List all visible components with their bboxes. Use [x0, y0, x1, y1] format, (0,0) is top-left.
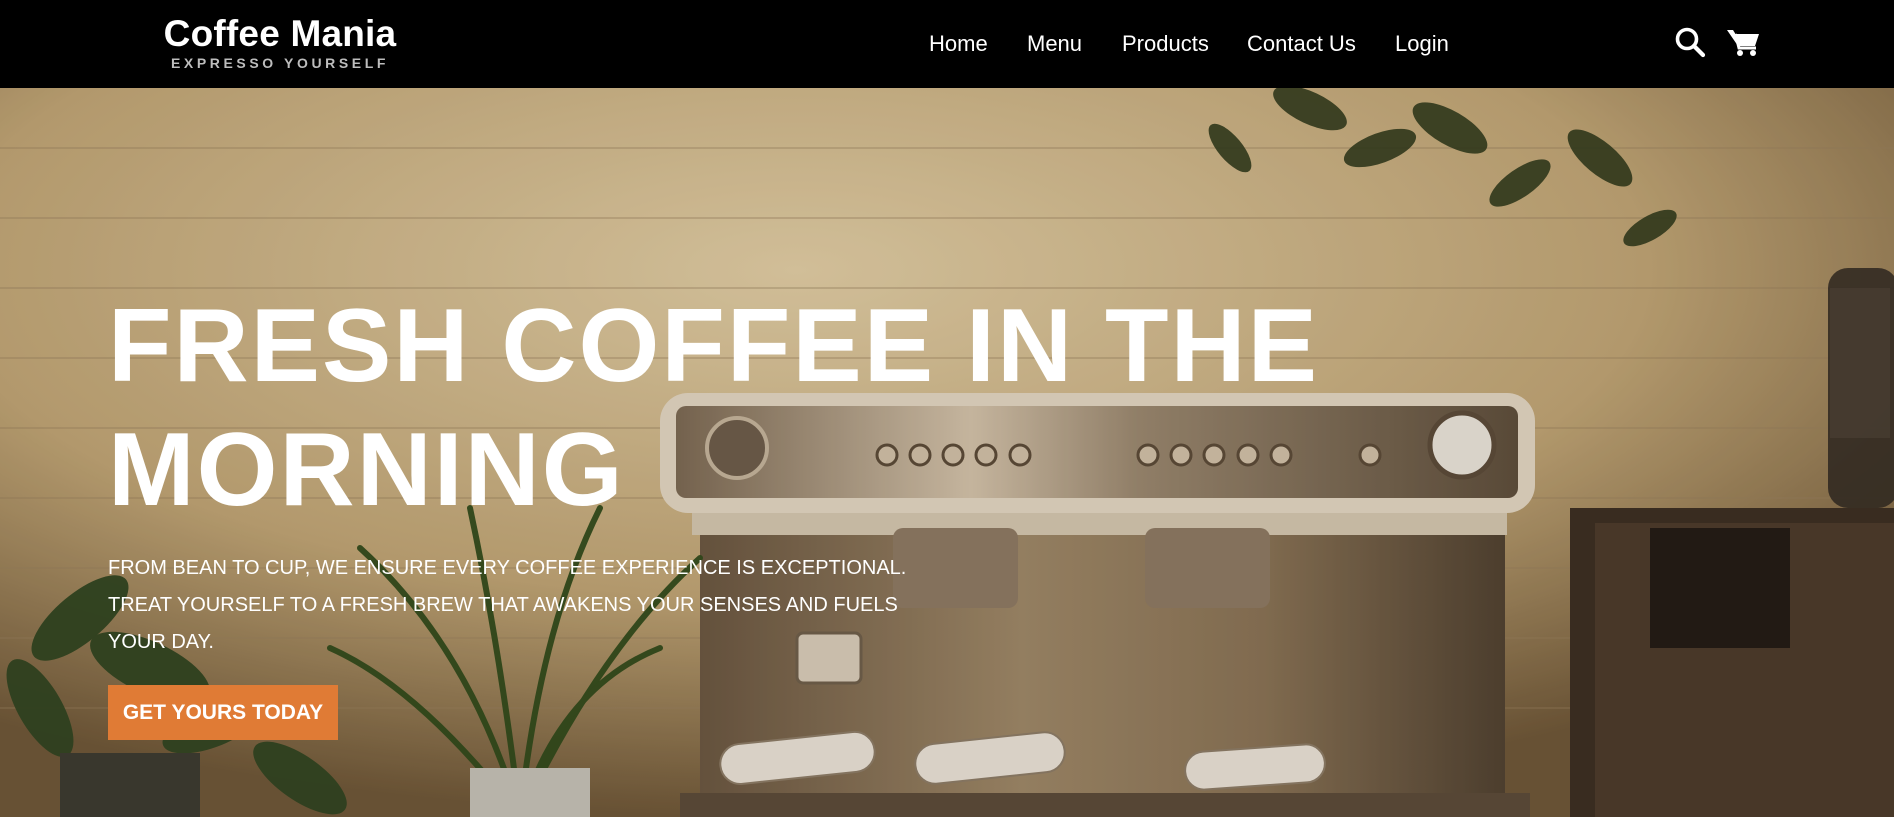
nav-link-products[interactable]: Products	[1122, 30, 1209, 58]
site-header: Coffee Mania EXPRESSO YOURSELF Home Menu…	[0, 0, 1894, 88]
get-yours-today-button[interactable]: GET YOURS TODAY	[108, 685, 338, 740]
search-icon[interactable]	[1672, 24, 1708, 60]
hero-subtitle-line: TREAT YOURSELF TO A FRESH BREW THAT AWAK…	[108, 594, 898, 616]
nav-link-login[interactable]: Login	[1395, 30, 1449, 58]
hero-title-line: FRESH COFFEE IN THE	[108, 288, 1319, 404]
brand-logo[interactable]: Coffee Mania EXPRESSO YOURSELF	[162, 13, 398, 72]
nav-link-contact-us[interactable]: Contact Us	[1247, 30, 1356, 58]
nav-link-menu[interactable]: Menu	[1027, 30, 1082, 58]
nav-link-home[interactable]: Home	[929, 30, 988, 58]
hero-subtitle: FROM BEAN TO CUP, WE ENSURE EVERY COFFEE…	[108, 550, 1008, 661]
brand-tagline: EXPRESSO YOURSELF	[170, 55, 390, 71]
hero-title-line: MORNING	[108, 412, 625, 528]
brand-name: Coffee Mania	[163, 13, 397, 54]
hero-subtitle-line: FROM BEAN TO CUP, WE ENSURE EVERY COFFEE…	[108, 557, 907, 579]
cart-icon[interactable]	[1725, 24, 1761, 60]
hero-title: FRESH COFFEE IN THE MORNING	[108, 284, 1408, 532]
hero-subtitle-line: YOUR DAY.	[108, 631, 214, 653]
hero-section: FRESH COFFEE IN THE MORNING FROM BEAN TO…	[0, 88, 1894, 817]
